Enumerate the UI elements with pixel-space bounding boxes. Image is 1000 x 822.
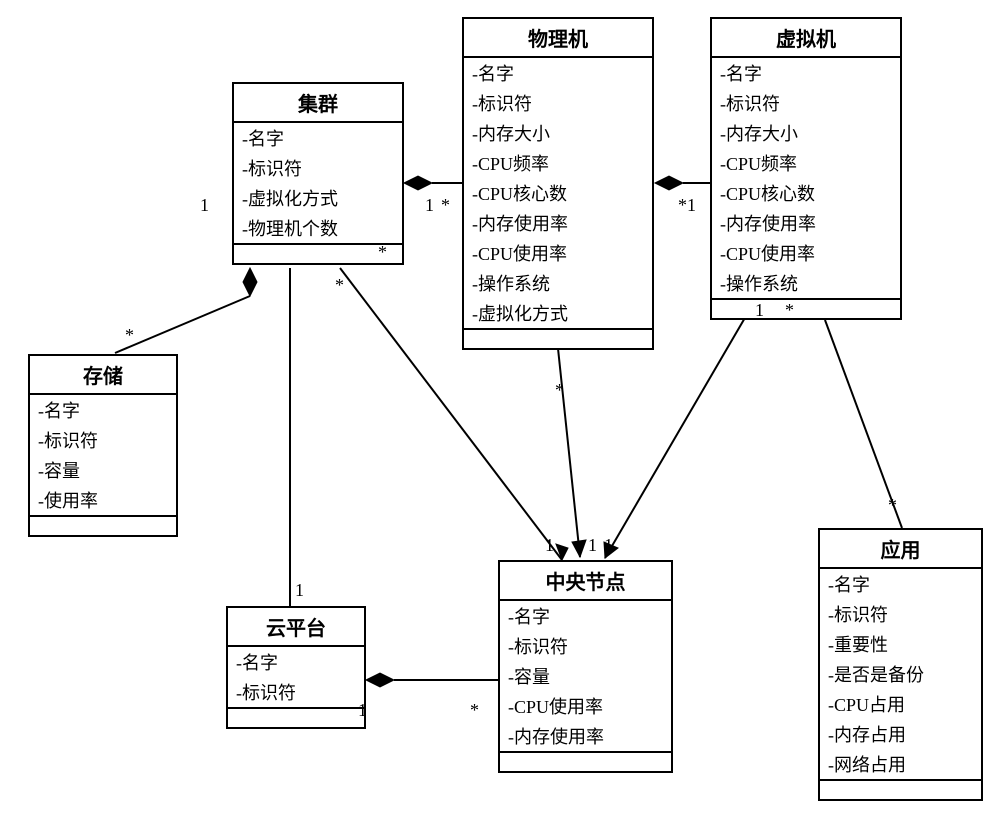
attr: -操作系统 bbox=[712, 268, 900, 298]
attr: -内存占用 bbox=[820, 719, 981, 749]
mult-phys-vm: *1 bbox=[678, 195, 696, 216]
diamond-cluster-physical bbox=[404, 176, 432, 190]
mult-vm-app-star: * bbox=[785, 300, 794, 321]
attr: -内存使用率 bbox=[464, 208, 652, 238]
mult-phys-central-star: * bbox=[555, 380, 564, 401]
attr: -是否是备份 bbox=[820, 659, 981, 689]
attr: -CPU频率 bbox=[712, 148, 900, 178]
class-title-physical: 物理机 bbox=[464, 19, 652, 58]
attr: -容量 bbox=[30, 455, 176, 485]
class-attrs-physical: -名字 -标识符 -内存大小 -CPU频率 -CPU核心数 -内存使用率 -CP… bbox=[464, 58, 652, 330]
line-physical-central bbox=[555, 320, 580, 557]
attr: -CPU使用率 bbox=[712, 238, 900, 268]
diamond-physical-virtual bbox=[655, 176, 683, 190]
mult-central-1r: 1 bbox=[604, 535, 613, 556]
attr: -虚拟化方式 bbox=[464, 298, 652, 328]
class-title-storage: 存储 bbox=[30, 356, 176, 395]
class-title-virtual: 虚拟机 bbox=[712, 19, 900, 58]
mult-cluster-storage-star: * bbox=[125, 325, 134, 346]
class-attrs-app: -名字 -标识符 -重要性 -是否是备份 -CPU占用 -内存占用 -网络占用 bbox=[820, 569, 981, 781]
class-cloud: 云平台 -名字 -标识符 bbox=[226, 606, 366, 729]
class-attrs-storage: -名字 -标识符 -容量 -使用率 bbox=[30, 395, 176, 517]
attr: -标识符 bbox=[228, 677, 364, 707]
mult-cluster-storage-1: 1 bbox=[200, 195, 209, 216]
class-attrs-virtual: -名字 -标识符 -内存大小 -CPU频率 -CPU核心数 -内存使用率 -CP… bbox=[712, 58, 900, 300]
attr: -CPU使用率 bbox=[500, 691, 671, 721]
attr: -使用率 bbox=[30, 485, 176, 515]
attr: -名字 bbox=[712, 58, 900, 88]
attr: -标识符 bbox=[500, 631, 671, 661]
class-ops bbox=[228, 709, 364, 727]
class-ops bbox=[234, 245, 402, 263]
mult-cluster-central-star: * bbox=[335, 275, 344, 296]
attr: -虚拟化方式 bbox=[234, 183, 402, 213]
mult-app-star: * bbox=[888, 495, 897, 516]
line-cluster-storage bbox=[115, 296, 250, 353]
class-title-cloud: 云平台 bbox=[228, 608, 364, 647]
class-attrs-cloud: -名字 -标识符 bbox=[228, 647, 364, 709]
class-ops bbox=[464, 330, 652, 348]
attr: -标识符 bbox=[820, 599, 981, 629]
class-central: 中央节点 -名字 -标识符 -容量 -CPU使用率 -内存使用率 bbox=[498, 560, 673, 773]
attr: -CPU占用 bbox=[820, 689, 981, 719]
class-physical: 物理机 -名字 -标识符 -内存大小 -CPU频率 -CPU核心数 -内存使用率… bbox=[462, 17, 654, 350]
attr: -CPU使用率 bbox=[464, 238, 652, 268]
attr: -名字 bbox=[464, 58, 652, 88]
mult-central-1l: 1 bbox=[545, 535, 554, 556]
diamond-cluster-storage bbox=[243, 268, 257, 296]
class-ops bbox=[30, 517, 176, 535]
mult-cluster-phys-star: * bbox=[441, 195, 450, 216]
attr: -标识符 bbox=[30, 425, 176, 455]
mult-vm-central-1: 1 bbox=[755, 300, 764, 321]
class-ops bbox=[820, 781, 981, 799]
attr: -名字 bbox=[234, 123, 402, 153]
attr: -CPU核心数 bbox=[464, 178, 652, 208]
attr: -标识符 bbox=[712, 88, 900, 118]
attr: -网络占用 bbox=[820, 749, 981, 779]
attr: -名字 bbox=[820, 569, 981, 599]
class-title-central: 中央节点 bbox=[500, 562, 671, 601]
mult-cluster-inner-star: * bbox=[378, 242, 387, 263]
class-ops bbox=[712, 300, 900, 318]
class-storage: 存储 -名字 -标识符 -容量 -使用率 bbox=[28, 354, 178, 537]
attr: -CPU核心数 bbox=[712, 178, 900, 208]
class-app: 应用 -名字 -标识符 -重要性 -是否是备份 -CPU占用 -内存占用 -网络… bbox=[818, 528, 983, 801]
attr: -内存使用率 bbox=[500, 721, 671, 751]
attr: -重要性 bbox=[820, 629, 981, 659]
mult-central-1m: 1 bbox=[588, 535, 597, 556]
class-attrs-cluster: -名字 -标识符 -虚拟化方式 -物理机个数 bbox=[234, 123, 402, 245]
attr: -操作系统 bbox=[464, 268, 652, 298]
attr: -物理机个数 bbox=[234, 213, 402, 243]
mult-cluster-cloud-1: 1 bbox=[295, 580, 304, 601]
attr: -内存大小 bbox=[712, 118, 900, 148]
class-ops bbox=[500, 753, 671, 771]
attr: -容量 bbox=[500, 661, 671, 691]
attr: -CPU频率 bbox=[464, 148, 652, 178]
attr: -标识符 bbox=[234, 153, 402, 183]
class-cluster: 集群 -名字 -标识符 -虚拟化方式 -物理机个数 bbox=[232, 82, 404, 265]
class-virtual: 虚拟机 -名字 -标识符 -内存大小 -CPU频率 -CPU核心数 -内存使用率… bbox=[710, 17, 902, 320]
diamond-cloud-central bbox=[366, 673, 394, 687]
mult-cluster-phys-1: 1 bbox=[425, 195, 434, 216]
mult-cloud-1: 1 bbox=[358, 700, 367, 721]
attr: -名字 bbox=[228, 647, 364, 677]
attr: -内存使用率 bbox=[712, 208, 900, 238]
attr: -标识符 bbox=[464, 88, 652, 118]
attr: -名字 bbox=[500, 601, 671, 631]
diamond-cluster-central bbox=[556, 544, 568, 560]
mult-cloud-star: * bbox=[470, 700, 479, 721]
attr: -名字 bbox=[30, 395, 176, 425]
class-attrs-central: -名字 -标识符 -容量 -CPU使用率 -内存使用率 bbox=[500, 601, 671, 753]
class-title-app: 应用 bbox=[820, 530, 981, 569]
class-title-cluster: 集群 bbox=[234, 84, 402, 123]
attr: -内存大小 bbox=[464, 118, 652, 148]
diamond-physical-central bbox=[572, 540, 586, 557]
